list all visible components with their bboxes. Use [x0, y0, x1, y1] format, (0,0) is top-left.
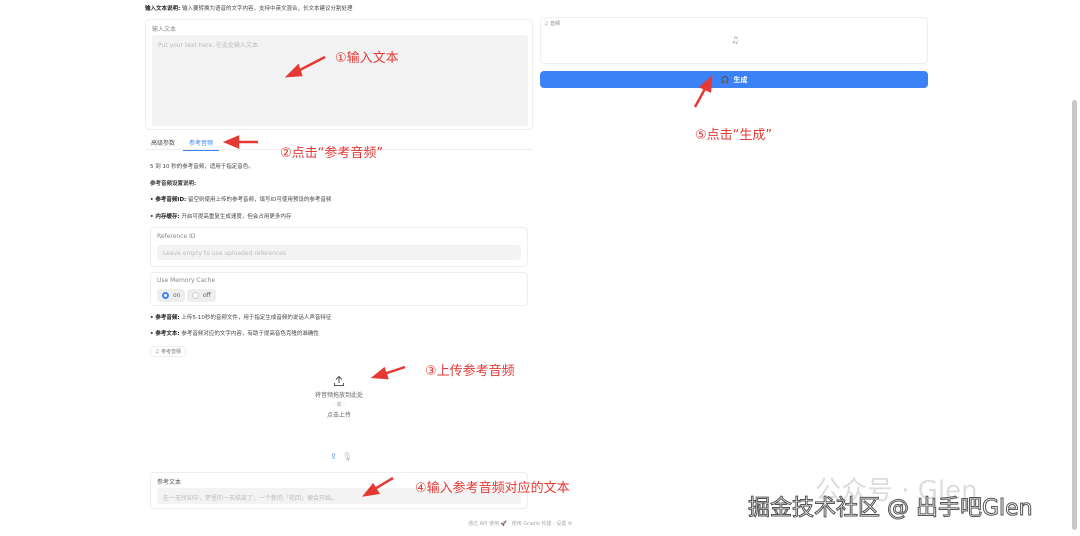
- annotation-3: ③上传参考音频: [425, 364, 515, 379]
- annotation-2: ②点击“参考音频”: [280, 146, 384, 161]
- annotation-4: ④输入参考音频对应的文本: [415, 481, 570, 496]
- annotation-1: ①输入文本: [335, 51, 399, 66]
- annotation-arrows: [222, 55, 713, 497]
- annotation-5: ⑤点击“生成”: [695, 128, 773, 143]
- watermark: 掘金技术社区 @ 出手吧Glen: [748, 496, 1034, 522]
